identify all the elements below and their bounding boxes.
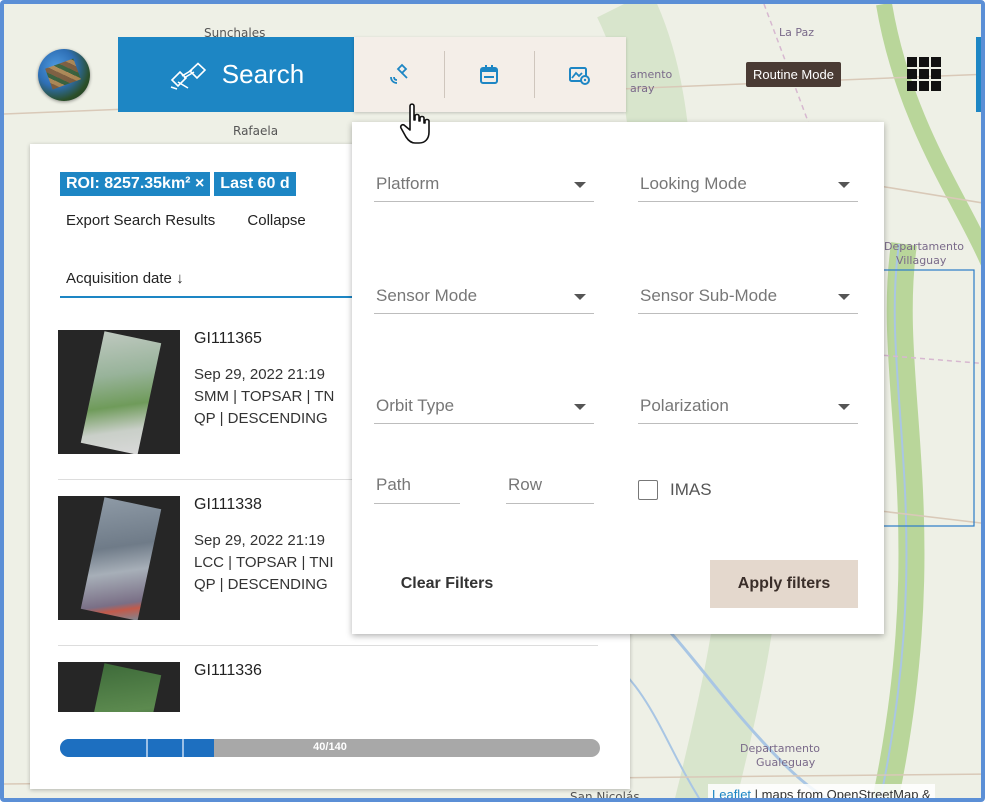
filter-chips: ROI: 8257.35km² × Last 60 d (60, 172, 296, 196)
tool-date[interactable] (444, 37, 534, 112)
map-attribution: Leaflet | maps from OpenStreetMap & (708, 784, 935, 802)
roi-chip[interactable]: ROI: 8257.35km² × (60, 172, 211, 196)
result-date: Sep 29, 2022 21:19 (194, 366, 325, 383)
export-results-link[interactable]: Export Search Results (66, 212, 215, 229)
app-logo[interactable] (38, 49, 90, 101)
map-label: Gualeguay (756, 756, 816, 769)
result-thumbnail (58, 496, 180, 620)
sensor-mode-label: Sensor Mode (376, 286, 478, 305)
date-chip[interactable]: Last 60 d (214, 172, 296, 196)
chevron-down-icon (838, 404, 850, 410)
satellite-outline-icon (170, 61, 206, 90)
map-label: Rafaela (233, 124, 279, 138)
result-id: GI111336 (194, 662, 262, 679)
path-input[interactable]: Path (374, 466, 460, 504)
result-mode: LCC | TOPSAR | TNI (194, 554, 334, 571)
chevron-down-icon (574, 182, 586, 188)
map-label: San Nicolás (570, 790, 640, 802)
tool-image-settings[interactable] (534, 37, 624, 112)
progress-text: 40/140 (313, 741, 347, 753)
routine-mode-badge[interactable]: Routine Mode (746, 62, 841, 87)
map-label: amento (630, 68, 673, 81)
leaflet-link[interactable]: Leaflet (712, 787, 751, 798)
path-placeholder: Path (376, 475, 411, 494)
collapse-link[interactable]: Collapse (247, 212, 305, 229)
sensor-mode-select[interactable]: Sensor Mode (374, 274, 594, 314)
polarization-label: Polarization (640, 396, 729, 415)
looking-mode-label: Looking Mode (640, 174, 747, 193)
result-id: GI111338 (194, 496, 262, 513)
panel-links: Export Search Results Collapse (66, 212, 334, 229)
app-frame: Sunchales Rafaela La Paz Departamento Vi… (0, 0, 985, 802)
chevron-down-icon (838, 294, 850, 300)
chevron-down-icon (574, 294, 586, 300)
result-date: Sep 29, 2022 21:19 (194, 532, 325, 549)
result-mode: SMM | TOPSAR | TN (194, 388, 335, 405)
search-button[interactable]: Search (118, 37, 354, 112)
results-progress-bar: 40/140 (60, 739, 600, 757)
satellite-icon (390, 63, 408, 84)
looking-mode-select[interactable]: Looking Mode (638, 162, 858, 202)
orbit-type-select[interactable]: Orbit Type (374, 384, 594, 424)
apply-filters-button[interactable]: Apply filters (710, 560, 858, 608)
imas-label: IMAS (670, 480, 712, 499)
map-label: aray (630, 82, 655, 95)
platform-select[interactable]: Platform (374, 162, 594, 202)
result-id: GI111365 (194, 330, 262, 347)
search-label: Search (221, 59, 305, 89)
apps-grid-icon[interactable] (907, 57, 941, 91)
filters-dropdown: Platform Looking Mode Sensor Mode Sensor… (352, 122, 884, 634)
orbit-type-label: Orbit Type (376, 396, 455, 415)
hand-cursor-icon (399, 103, 430, 144)
clear-filters-button[interactable]: Clear Filters (382, 560, 512, 608)
result-orbit: QP | DESCENDING (194, 410, 328, 427)
calendar-icon (480, 64, 498, 84)
image-settings-icon (569, 66, 590, 85)
polarization-select[interactable]: Polarization (638, 384, 858, 424)
chevron-down-icon (838, 182, 850, 188)
sensor-sub-mode-label: Sensor Sub-Mode (640, 286, 778, 305)
result-thumbnail (58, 662, 180, 712)
row-input[interactable]: Row (506, 466, 594, 504)
map-label: Villaguay (896, 254, 947, 267)
result-item[interactable]: GI111336 (58, 662, 598, 712)
result-orbit: QP | DESCENDING (194, 576, 328, 593)
chevron-down-icon (574, 404, 586, 410)
tool-platform[interactable] (354, 37, 444, 112)
result-thumbnail (58, 330, 180, 454)
search-toolbar (354, 37, 626, 112)
map-label: La Paz (779, 26, 815, 39)
sort-label: Acquisition date ↓ (66, 270, 184, 287)
map-label: Departamento (884, 240, 965, 253)
map-label: Departamento (740, 742, 821, 755)
attribution-text: | maps from OpenStreetMap & (751, 787, 931, 802)
right-edge-button[interactable] (976, 37, 981, 112)
sensor-sub-mode-select[interactable]: Sensor Sub-Mode (638, 274, 858, 314)
row-placeholder: Row (508, 475, 543, 494)
imas-checkbox[interactable] (638, 480, 658, 500)
platform-label: Platform (376, 174, 440, 193)
